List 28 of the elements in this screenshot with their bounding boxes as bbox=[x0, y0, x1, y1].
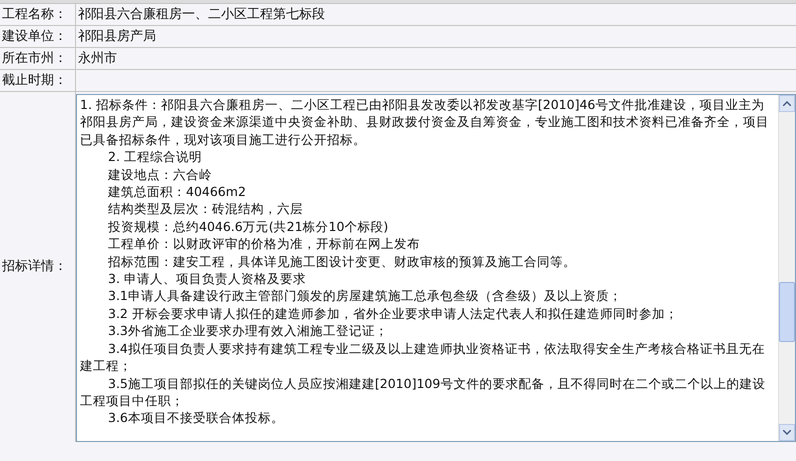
scroll-up-icon[interactable] bbox=[779, 95, 795, 112]
detail-paragraph: 3. 申请人、项目负责人资格及要求 bbox=[107, 270, 307, 288]
field-label: 所在市州： bbox=[0, 48, 76, 69]
field-label: 截止时期： bbox=[0, 70, 76, 91]
detail-paragraph: 结构类型及层次：砖混结构，六层 bbox=[107, 200, 304, 218]
detail-paragraph: 建设地点：六合岭 bbox=[107, 166, 213, 184]
field-value: 祁阳县房产局 bbox=[77, 28, 157, 46]
field-value: 祁阳县六合廉租房一、二小区工程第七标段 bbox=[77, 6, 326, 24]
detail-paragraph: 工程单价：以财政评审的价格为准，开标前在网上发布 bbox=[107, 235, 421, 253]
field-label: 招标详情： bbox=[1, 258, 68, 276]
detail-paragraph: 2. 工程综合说明 bbox=[107, 148, 203, 166]
detail-paragraph: 3.4拟任项目负责人要求持有建筑工程专业二级及以上建造师执业资格证书，依法取得安全生产考核合格证书且无在建工程； bbox=[80, 340, 766, 374]
scrollbar[interactable] bbox=[778, 95, 795, 441]
field-value: 永州市 bbox=[77, 50, 118, 68]
detail-paragraph: 1. 招标条件：祁阳县六合廉租房一、二小区工程已由祁阳县发改委以祁发改基字[2010]46号文件批准建设，项目业主为祁阳县房产局，建设资金来源渠道中央资金补助、县财政拨付资金及自筹资金，专业施工图和技术资料已准备齐全，项目已具备招标条件，现对该项目施工进行公开招标。 bbox=[80, 96, 770, 148]
detail-paragraph: 建筑总面积：40466m2 bbox=[107, 183, 247, 200]
details-text-area[interactable] bbox=[76, 94, 796, 442]
detail-paragraph: 3.5施工项目部拟任的关键岗位人员应按湘建建[2010]109号文件的要求配备，且不得同时在二个或二个以上的建设工程项目中任职； bbox=[80, 374, 766, 410]
scroll-thumb[interactable] bbox=[779, 282, 795, 342]
scroll-down-icon[interactable] bbox=[779, 424, 795, 441]
detail-paragraph: 招标范围：建安工程，具体详见施工图设计变更、财政审核的预算及施工合同等。 bbox=[107, 252, 577, 270]
detail-paragraph: 3.6本项目不接受联合体投标。 bbox=[107, 409, 285, 427]
detail-paragraph: 3.1申请人具备建设行政主管部门颁发的房屋建筑施工总承包叁级（含叁级）及以上资质； bbox=[107, 287, 623, 305]
detail-paragraph: 投资规模：总约4046.6万元(共21栋分10个标段) bbox=[107, 218, 390, 236]
field-label: 建设单位： bbox=[0, 26, 76, 47]
field-label: 工程名称： bbox=[0, 4, 76, 25]
detail-paragraph: 3.3外省施工企业要求办理有效入湘施工登记证； bbox=[107, 322, 389, 340]
detail-paragraph: 3.2 开标会要求申请人拟任的建造师参加，省外企业要求申请人法定代表人和拟任建造师同时参加； bbox=[107, 304, 679, 322]
